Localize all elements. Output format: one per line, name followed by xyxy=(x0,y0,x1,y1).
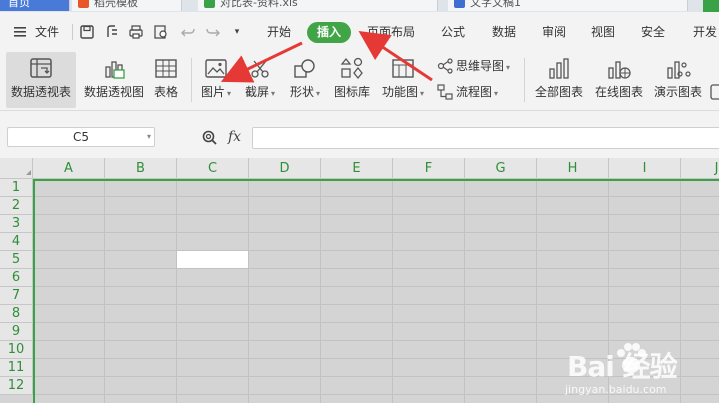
arrow-to-picture xyxy=(220,41,303,83)
watermark-url: jingyan.baidu.com xyxy=(565,383,667,396)
baidu-jingyan-watermark: Bai 经验 jingyan.baidu.com xyxy=(543,331,713,401)
watermark-brand: Bai 经验 xyxy=(567,350,678,383)
arrow-to-insert-tab xyxy=(358,31,433,82)
